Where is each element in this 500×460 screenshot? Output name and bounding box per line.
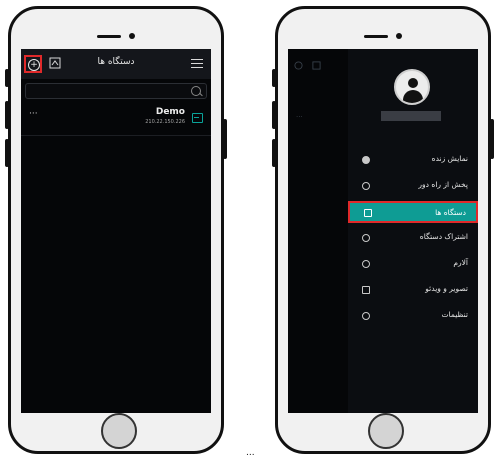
menu-item-settings[interactable]: تنظیمات <box>348 305 478 327</box>
menu-item-device-sharing[interactable]: اشتراک دستگاه <box>348 227 478 249</box>
menu-item-devices[interactable]: دستگاه ها <box>348 201 478 223</box>
plus-icon <box>294 61 303 70</box>
play-circle-icon <box>362 182 370 190</box>
share-icon <box>362 234 370 242</box>
avatar[interactable] <box>394 69 430 105</box>
camera <box>396 33 402 39</box>
side-button <box>5 139 9 167</box>
home-button[interactable] <box>368 413 404 449</box>
folder-icon <box>362 286 370 294</box>
menu-item-alarm[interactable]: آلارم <box>348 253 478 275</box>
menu-item-images-videos[interactable]: تصویر و ویدئو <box>348 279 478 301</box>
search-input[interactable] <box>25 83 207 99</box>
search-icon <box>191 86 201 96</box>
power-button <box>490 119 494 159</box>
phone-left: + دستگاه ها ··· Demo 210.22.150.226 <box>5 6 227 454</box>
side-button <box>272 139 276 167</box>
menu-label: دستگاه ها <box>435 208 466 217</box>
navigation-drawer: نمایش زنده پخش از راه دور دستگاه ها اشتر… <box>348 49 478 413</box>
phone-right: ··· نمایش زنده پخش از راه دور دستگاه ها <box>272 6 494 454</box>
hamburger-menu-icon[interactable] <box>191 59 203 71</box>
username-placeholder <box>381 111 441 121</box>
speaker <box>97 35 121 38</box>
header-bar: + دستگاه ها <box>21 49 211 79</box>
menu-label: پخش از راه دور <box>418 180 468 189</box>
scan-icon <box>312 61 321 70</box>
menu-label: تنظیمات <box>441 310 468 319</box>
menu-item-live-view[interactable]: نمایش زنده <box>348 149 478 171</box>
side-button <box>272 69 276 87</box>
speaker <box>364 35 388 38</box>
camera <box>129 33 135 39</box>
device-icon <box>364 209 372 217</box>
menu-label: اشتراک دستگاه <box>419 232 468 241</box>
alarm-icon <box>362 260 370 268</box>
list-item[interactable]: ··· Demo 210.22.150.226 <box>21 103 211 136</box>
gear-icon <box>362 312 370 320</box>
menu-item-remote-playback[interactable]: پخش از راه دور <box>348 175 478 197</box>
more-options-icon: ··· <box>296 113 303 121</box>
home-button[interactable] <box>101 413 137 449</box>
device-name: Demo <box>155 107 185 117</box>
dot-icon <box>362 156 370 164</box>
menu-label: آلارم <box>453 258 468 267</box>
add-device-button[interactable]: + <box>24 55 42 73</box>
side-button <box>5 69 9 87</box>
more-options-icon[interactable]: ··· <box>29 109 38 119</box>
ellipsis-text: ... <box>246 448 255 458</box>
scan-icon[interactable] <box>49 57 61 69</box>
side-button <box>272 101 276 129</box>
plus-icon: + <box>28 59 40 71</box>
page-title: دستگاه ها <box>97 57 135 67</box>
app-screen: ··· نمایش زنده پخش از راه دور دستگاه ها <box>288 49 478 413</box>
device-icon <box>192 113 203 123</box>
menu-label: نمایش زنده <box>431 154 468 163</box>
menu-label: تصویر و ویدئو <box>425 284 468 293</box>
power-button <box>223 119 227 159</box>
side-button <box>5 101 9 129</box>
device-ip: 210.22.150.226 <box>145 119 185 125</box>
app-screen: + دستگاه ها ··· Demo 210.22.150.226 <box>21 49 211 413</box>
